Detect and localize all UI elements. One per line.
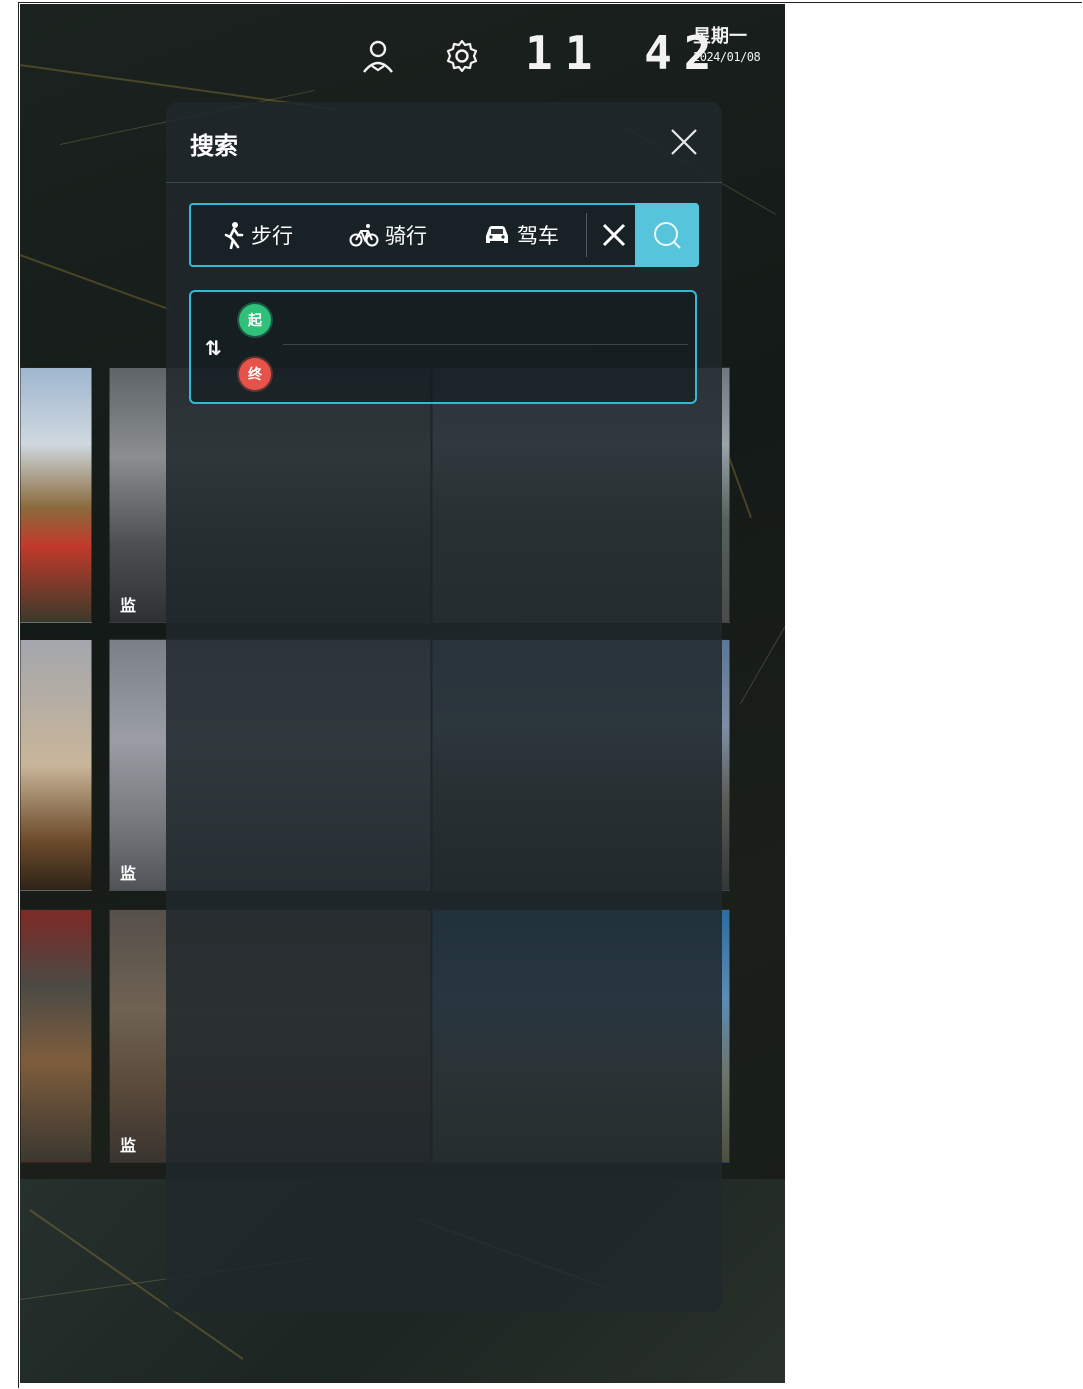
start-badge: 起 <box>239 304 271 336</box>
panel-divider <box>166 182 722 183</box>
camera-tile[interactable] <box>20 909 92 1163</box>
travel-mode-bar: 步行 骑行 驾车 <box>189 203 699 267</box>
bicycle-icon <box>349 224 379 247</box>
mode-walk-tab[interactable]: 步行 <box>221 205 293 265</box>
mode-car-tab[interactable]: 驾车 <box>483 205 559 265</box>
mode-separator <box>586 213 587 257</box>
status-bar: 11 42 星期一 2024/01/08 <box>20 4 785 94</box>
date-label: 2024/01/08 <box>693 50 761 64</box>
user-icon[interactable] <box>358 36 398 76</box>
map-road <box>739 626 785 705</box>
start-location-input[interactable] <box>283 304 687 338</box>
weekday-label: 星期一 <box>693 26 747 47</box>
walk-icon <box>224 222 244 249</box>
camera-tag: 监 <box>120 596 137 615</box>
route-input-box: ⇅ 起 终 <box>189 290 697 404</box>
day-info: 星期一 2024/01/08 <box>693 26 761 64</box>
camera-tag: 监 <box>120 1136 137 1155</box>
search-icon <box>654 222 681 249</box>
close-icon[interactable] <box>668 126 700 158</box>
car-icon <box>486 226 508 243</box>
mode-bike-label: 骑行 <box>385 224 427 248</box>
camera-tile[interactable] <box>20 639 92 891</box>
camera-tile[interactable] <box>20 367 92 623</box>
search-panel: 搜索 步行 骑行 驾车 ⇅ 起 终 <box>166 102 722 1312</box>
app-screen: 11 42 星期一 2024/01/08 监 监 监 搜索 步行 骑行 驾车 ⇅… <box>20 4 785 1383</box>
end-location-input[interactable] <box>283 358 687 392</box>
search-button[interactable] <box>635 203 699 267</box>
clear-button[interactable] <box>596 217 632 253</box>
swap-icon[interactable]: ⇅ <box>205 336 222 360</box>
mode-walk-label: 步行 <box>251 224 293 248</box>
mode-car-label: 驾车 <box>517 224 559 248</box>
gear-icon[interactable] <box>442 36 482 76</box>
end-badge: 终 <box>239 358 271 390</box>
map-road <box>20 254 171 311</box>
route-divider <box>283 344 688 345</box>
panel-title: 搜索 <box>190 132 238 160</box>
mode-bike-tab[interactable]: 骑行 <box>349 205 427 265</box>
camera-tag: 监 <box>120 864 137 883</box>
